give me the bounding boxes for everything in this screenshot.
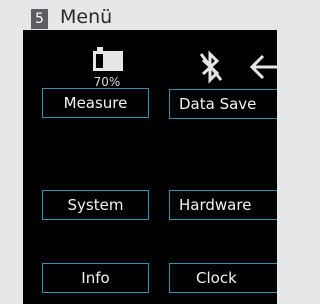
header-bar: 5 Menü bbox=[0, 0, 277, 30]
hardware-button[interactable]: Hardware bbox=[169, 190, 277, 220]
back-arrow-icon[interactable] bbox=[249, 54, 277, 80]
clock-button[interactable]: Clock bbox=[169, 263, 277, 293]
battery-percentage: 70% bbox=[93, 75, 121, 89]
battery-icon bbox=[88, 45, 128, 79]
bluetooth-off-icon bbox=[198, 50, 224, 84]
data-save-button[interactable]: Data Save bbox=[169, 89, 277, 119]
page-title: Menü bbox=[60, 6, 113, 28]
system-button[interactable]: System bbox=[42, 190, 149, 220]
measure-button[interactable]: Measure bbox=[42, 88, 149, 118]
info-button[interactable]: Info bbox=[42, 263, 149, 293]
device-screen: 70% Measure Data Save System Hardware In… bbox=[23, 30, 277, 304]
step-number-badge: 5 bbox=[31, 9, 48, 29]
